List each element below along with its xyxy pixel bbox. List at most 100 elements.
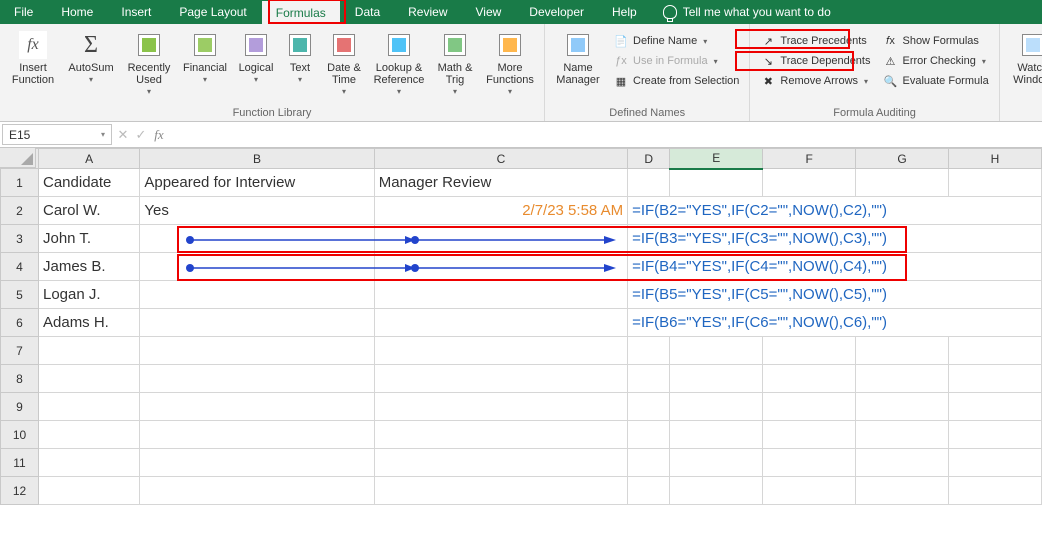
text-button[interactable]: Text ▾ (282, 28, 318, 86)
row-header[interactable]: 11 (1, 449, 39, 477)
row-header[interactable]: 2 (1, 197, 39, 225)
insert-function-button[interactable]: fx Insert Function (6, 28, 60, 88)
row-header[interactable]: 10 (1, 421, 39, 449)
tell-me-search[interactable]: Tell me what you want to do (651, 0, 843, 24)
use-in-formula-icon: ƒx (613, 53, 629, 69)
logical-button[interactable]: Logical ▾ (234, 28, 278, 86)
show-formulas-icon: 𝑓x (882, 33, 898, 49)
create-selection-icon: ▦ (613, 73, 629, 89)
date-time-button[interactable]: Date & Time ▾ (322, 28, 366, 98)
show-formulas-button[interactable]: 𝑓x Show Formulas (878, 32, 992, 50)
cell[interactable]: Appeared for Interview (140, 169, 374, 197)
math-trig-button[interactable]: Math & Trig ▾ (432, 28, 478, 98)
cell[interactable]: Manager Review (374, 169, 627, 197)
tab-insert[interactable]: Insert (107, 0, 165, 24)
cell[interactable]: James B. (39, 253, 140, 281)
cell[interactable] (628, 169, 670, 197)
cell[interactable]: Adams H. (39, 309, 140, 337)
recently-used-button[interactable]: Recently Used ▾ (122, 28, 176, 98)
cell[interactable] (374, 225, 627, 253)
fx-button[interactable]: fx (150, 122, 168, 147)
cell[interactable] (374, 253, 627, 281)
more-functions-button[interactable]: More Functions ▾ (482, 28, 538, 98)
lookup-icon (388, 34, 410, 56)
col-header-F[interactable]: F (763, 149, 856, 169)
col-header-H[interactable]: H (949, 149, 1042, 169)
tab-review[interactable]: Review (394, 0, 461, 24)
cell[interactable] (140, 225, 374, 253)
cell[interactable] (856, 169, 949, 197)
cell[interactable] (763, 169, 856, 197)
chevron-down-icon: ▾ (864, 77, 868, 86)
cell[interactable] (374, 309, 627, 337)
cell[interactable]: Carol W. (39, 197, 140, 225)
cell[interactable] (140, 281, 374, 309)
chevron-down-icon: ▾ (298, 75, 302, 84)
use-in-formula-button[interactable]: ƒx Use in Formula▾ (609, 52, 743, 70)
tab-file[interactable]: File (0, 0, 47, 24)
row-header[interactable]: 5 (1, 281, 39, 309)
error-checking-button[interactable]: ⚠ Error Checking▾ (878, 52, 992, 70)
row-header[interactable]: 1 (1, 169, 39, 197)
define-name-button[interactable]: 📄 Define Name▾ (609, 32, 743, 50)
row-header[interactable]: 9 (1, 393, 39, 421)
enter-formula-button[interactable]: ✓ (132, 122, 150, 147)
cell[interactable] (670, 169, 763, 197)
cell[interactable]: John T. (39, 225, 140, 253)
cell[interactable]: =IF(B3="YES",IF(C3="",NOW(),C3),"") (628, 225, 1042, 253)
trace-precedents-button[interactable]: ↗ Trace Precedents (756, 32, 874, 50)
tab-view[interactable]: View (462, 0, 516, 24)
name-manager-button[interactable]: Name Manager (551, 28, 605, 88)
autosum-button[interactable]: Σ AutoSum ▾ (64, 28, 118, 86)
row-header[interactable]: 6 (1, 309, 39, 337)
tab-page-layout[interactable]: Page Layout (165, 0, 260, 24)
cell[interactable]: Yes (140, 197, 374, 225)
tab-developer[interactable]: Developer (515, 0, 598, 24)
col-header-G[interactable]: G (856, 149, 949, 169)
row-header[interactable]: 12 (1, 477, 39, 505)
group-label-defined-names: Defined Names (551, 105, 743, 119)
financial-icon (194, 34, 216, 56)
evaluate-formula-button[interactable]: 🔍 Evaluate Formula (878, 72, 992, 90)
col-header-B[interactable]: B (140, 149, 374, 169)
define-name-icon: 📄 (613, 33, 629, 49)
row-header[interactable]: 4 (1, 253, 39, 281)
remove-arrows-button[interactable]: ✖ Remove Arrows▾ (756, 72, 874, 90)
cell[interactable]: Candidate (39, 169, 140, 197)
col-header-E[interactable]: E (670, 149, 763, 169)
formula-input[interactable] (168, 122, 1042, 147)
col-header-A[interactable]: A (39, 149, 140, 169)
watch-window-button[interactable]: Watch Window (1006, 28, 1042, 88)
cancel-formula-button[interactable]: ✕ (114, 122, 132, 147)
chevron-down-icon: ▾ (147, 87, 151, 96)
name-box[interactable]: E15 ▾ (2, 124, 112, 145)
row-header[interactable]: 7 (1, 337, 39, 365)
cell[interactable] (374, 281, 627, 309)
cell[interactable]: =IF(B5="YES",IF(C5="",NOW(),C5),"") (628, 281, 1042, 309)
cell[interactable]: =IF(B6="YES",IF(C6="",NOW(),C6),"") (628, 309, 1042, 337)
cell[interactable]: 2/7/23 5:58 AM (374, 197, 627, 225)
create-from-selection-button[interactable]: ▦ Create from Selection (609, 72, 743, 90)
chevron-down-icon: ▾ (508, 87, 512, 96)
cell[interactable]: =IF(B4="YES",IF(C4="",NOW(),C4),"") (628, 253, 1042, 281)
lookup-reference-button[interactable]: Lookup & Reference ▾ (370, 28, 428, 98)
col-header-D[interactable]: D (628, 149, 670, 169)
cell[interactable] (140, 309, 374, 337)
select-all-button[interactable] (0, 148, 36, 168)
cell[interactable] (949, 169, 1042, 197)
col-header-C[interactable]: C (374, 149, 627, 169)
chevron-down-icon: ▾ (453, 87, 457, 96)
tab-data[interactable]: Data (341, 0, 394, 24)
tab-help[interactable]: Help (598, 0, 651, 24)
row-header[interactable]: 3 (1, 225, 39, 253)
name-manager-icon (567, 34, 589, 56)
cell[interactable] (140, 253, 374, 281)
cell[interactable]: =IF(B2="YES",IF(C2="",NOW(),C2),"") (628, 197, 1042, 225)
financial-button[interactable]: Financial ▾ (180, 28, 230, 86)
tab-home[interactable]: Home (47, 0, 107, 24)
lightbulb-icon (663, 5, 677, 19)
tab-formulas[interactable]: Formulas (261, 0, 341, 24)
trace-dependents-button[interactable]: ↘ Trace Dependents (756, 52, 874, 70)
cell[interactable]: Logan J. (39, 281, 140, 309)
row-header[interactable]: 8 (1, 365, 39, 393)
